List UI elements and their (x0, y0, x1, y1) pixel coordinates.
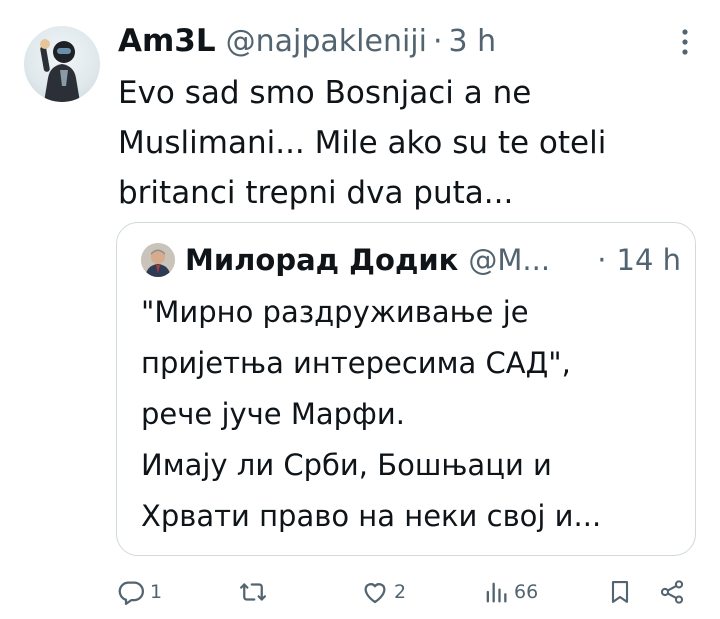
quoted-tweet-header: Милорад Додик @M... · 14 h (141, 237, 681, 283)
quoted-text-line: Имају ли Срби, Бошњаци и (141, 448, 552, 482)
tweet[interactable]: Am3L @najpakleniji · 3 h Evo sad smo Bos… (0, 0, 720, 619)
timestamp[interactable]: 3 h (449, 24, 497, 59)
separator-dot: · (432, 23, 443, 59)
share-icon (660, 580, 684, 604)
reply-icon (118, 581, 144, 605)
more-options-button[interactable] (680, 24, 690, 60)
display-name[interactable]: Am3L (118, 23, 216, 59)
like-icon (364, 583, 386, 604)
reply-count: 1 (150, 581, 163, 603)
quoted-text-line: пријетња интересима САД", (141, 346, 571, 380)
quoted-timestamp[interactable]: 14 h (617, 243, 682, 277)
like-count: 2 (394, 581, 407, 603)
share-button[interactable] (658, 572, 686, 612)
quoted-text-line: Хрвати право на неки свој и... (141, 499, 602, 533)
tweet-header: Am3L @najpakleniji · 3 h (118, 16, 496, 66)
avatar[interactable] (24, 26, 100, 102)
retweet-button[interactable] (238, 572, 272, 612)
like-button[interactable]: 2 (360, 572, 406, 612)
quoted-tweet-text: "Мирно раздруживање је пријетња интереси… (141, 287, 681, 542)
user-handle[interactable]: @najpakleniji (226, 24, 427, 59)
quoted-separator-dot: · (597, 243, 607, 277)
bookmark-button[interactable] (606, 572, 634, 612)
quoted-text-line: рече јуче Марфи. (141, 397, 405, 431)
quoted-user-handle[interactable]: @M... (468, 243, 550, 277)
quoted-display-name[interactable]: Милорад Додик (185, 243, 458, 277)
retweet-icon (240, 583, 266, 601)
bookmark-icon (611, 581, 629, 603)
views-icon (486, 582, 507, 603)
tweet-text: Evo sad smo Bosnjaci a ne Muslimani... M… (118, 75, 607, 211)
quoted-avatar (141, 243, 175, 277)
avatar-image (40, 39, 80, 102)
reply-button[interactable]: 1 (116, 572, 162, 612)
quoted-text-line: "Мирно раздруживање је (141, 295, 529, 329)
views-button[interactable]: 66 (482, 572, 538, 612)
quoted-tweet[interactable]: Милорад Додик @M... · 14 h "Мирно раздру… (116, 222, 696, 556)
view-count: 66 (514, 581, 539, 603)
action-bar: 1 2 66 (0, 572, 720, 612)
quoted-avatar-image (141, 243, 175, 277)
more-vertical-icon (682, 29, 688, 55)
